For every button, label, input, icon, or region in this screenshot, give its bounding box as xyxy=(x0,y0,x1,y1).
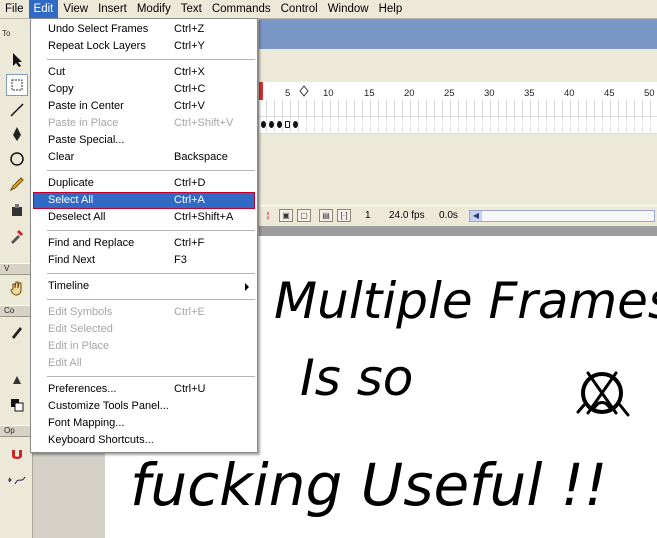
edit-multiple-frames-icon[interactable]: ▤ xyxy=(319,209,333,222)
menu-view[interactable]: View xyxy=(58,0,93,18)
menu-item-duplicate[interactable]: Duplicate Ctrl+D xyxy=(33,175,255,192)
ink-bottle-tool-icon[interactable] xyxy=(6,199,28,221)
menu-item-cut[interactable]: Cut Ctrl+X xyxy=(33,64,255,81)
menu-edit[interactable]: Edit xyxy=(28,0,59,18)
menu-help[interactable]: Help xyxy=(374,0,408,18)
timeline-horizontal-scrollbar[interactable]: ◀ xyxy=(469,210,655,222)
frame-rate: 24.0 fps xyxy=(389,210,425,221)
timeline-title-strip xyxy=(259,19,657,49)
frame-grid[interactable] xyxy=(259,100,657,148)
menu-item-font-mapping[interactable]: Font Mapping... xyxy=(33,415,255,432)
eyedropper-tool-icon[interactable] xyxy=(6,225,28,247)
playhead[interactable] xyxy=(259,82,263,100)
ruler-label: 15 xyxy=(364,88,375,99)
menu-bar: File Edit View Insert Modify Text Comman… xyxy=(0,0,657,19)
pencil-tool-icon[interactable] xyxy=(6,173,28,195)
menu-separator xyxy=(47,59,255,60)
menu-window[interactable]: Window xyxy=(323,0,374,18)
menu-separator xyxy=(47,230,255,231)
ruler-label: 5 xyxy=(285,88,291,99)
keyframe-icon[interactable] xyxy=(277,121,282,128)
menu-item-paste-place: Paste in Place Ctrl+Shift+V xyxy=(48,117,234,129)
ruler-label: 30 xyxy=(484,88,495,99)
menu-separator xyxy=(47,273,255,274)
view-section-header: V xyxy=(0,263,32,275)
line-tool-icon[interactable] xyxy=(6,99,28,121)
menu-file[interactable]: File xyxy=(0,0,29,18)
menu-item-timeline[interactable]: Timeline xyxy=(33,278,255,295)
menu-item-edit-all: Edit All xyxy=(48,357,82,369)
ruler-label: 35 xyxy=(524,88,535,99)
ruler-label: 45 xyxy=(604,88,615,99)
menu-item-copy[interactable]: Copy Ctrl+C xyxy=(33,81,255,98)
menu-item-edit-symbols: Edit Symbols Ctrl+E xyxy=(48,306,205,318)
scroll-left-icon[interactable]: ◀ xyxy=(470,211,482,221)
menu-item-paste-center[interactable]: Paste in Center Ctrl+V xyxy=(33,98,255,115)
ruler-label: 40 xyxy=(564,88,575,99)
menu-item-preferences[interactable]: Preferences... Ctrl+U xyxy=(33,381,255,398)
swap-colors-icon[interactable] xyxy=(6,394,28,416)
tools-panel: To V Co Op xyxy=(0,19,33,538)
keyframe-icon[interactable] xyxy=(269,121,274,128)
menu-separator xyxy=(47,376,255,377)
timeline-status-bar: ¦ ▣ ▢ ▤ [·] 1 24.0 fps 0.0s ◀ xyxy=(259,205,657,227)
arrow-tool-icon[interactable] xyxy=(6,49,28,71)
menu-item-paste-special[interactable]: Paste Special... xyxy=(33,132,255,149)
menu-commands[interactable]: Commands xyxy=(207,0,276,18)
menu-item-deselect-all[interactable]: Deselect All Ctrl+Shift+A xyxy=(33,209,255,226)
onion-marker-icon[interactable] xyxy=(299,85,309,99)
menu-text[interactable]: Text xyxy=(176,0,207,18)
fill-color-icon[interactable] xyxy=(6,369,28,391)
ruler-label: 25 xyxy=(444,88,455,99)
menu-separator xyxy=(47,170,255,171)
onion-skin-icon[interactable]: ▣ xyxy=(279,209,293,222)
oval-tool-icon[interactable] xyxy=(6,148,28,170)
pen-tool-icon[interactable] xyxy=(6,123,28,145)
elapsed-time: 0.0s xyxy=(439,210,458,221)
menu-item-undo[interactable]: Undo Select Frames Ctrl+Z xyxy=(33,21,255,38)
onion-outline-icon[interactable]: ▢ xyxy=(297,209,311,222)
empty-keyframe-icon[interactable] xyxy=(285,121,290,128)
center-frame-icon[interactable]: ¦ xyxy=(261,209,275,222)
ruler-label: 10 xyxy=(323,88,334,99)
menu-item-find-next[interactable]: Find Next F3 xyxy=(33,252,255,269)
colors-section-header: Co xyxy=(0,305,32,317)
menu-control[interactable]: Control xyxy=(276,0,323,18)
modify-onion-markers-icon[interactable]: [·] xyxy=(337,209,351,222)
smooth-icon[interactable] xyxy=(6,469,28,491)
options-section-header: Op xyxy=(0,425,32,437)
hand-tool-icon[interactable] xyxy=(6,277,28,299)
menu-item-edit-selected: Edit Selected xyxy=(48,323,113,335)
menu-item-repeat[interactable]: Repeat Lock Layers Ctrl+Y xyxy=(33,38,255,55)
menu-modify[interactable]: Modify xyxy=(132,0,176,18)
menu-insert[interactable]: Insert xyxy=(93,0,132,18)
layer-frames-row[interactable] xyxy=(259,100,657,117)
ruler-label: 50 xyxy=(644,88,655,99)
menu-item-clear[interactable]: Clear Backspace xyxy=(33,149,255,166)
menu-item-keyboard-shortcuts[interactable]: Keyboard Shortcuts... xyxy=(33,432,255,449)
frame-ruler[interactable]: 5 10 15 20 25 30 35 40 45 50 xyxy=(259,82,657,101)
submenu-arrow-icon xyxy=(245,283,249,291)
layer-frames-row[interactable] xyxy=(259,117,657,134)
menu-item-find-replace[interactable]: Find and Replace Ctrl+F xyxy=(33,235,255,252)
ruler-label: 20 xyxy=(404,88,415,99)
keyframe-icon[interactable] xyxy=(293,121,298,128)
current-frame: 1 xyxy=(365,210,371,221)
menu-item-select-all[interactable]: Select All Ctrl+A xyxy=(33,192,255,209)
menu-item-edit-in-place: Edit in Place xyxy=(48,340,110,352)
stroke-color-icon[interactable] xyxy=(6,321,28,343)
subselect-tool-icon[interactable] xyxy=(6,74,28,96)
menu-item-customize-tools[interactable]: Customize Tools Panel... xyxy=(33,398,255,415)
tools-header: To xyxy=(2,29,11,38)
keyframe-icon[interactable] xyxy=(261,121,266,128)
menu-separator xyxy=(47,299,255,300)
snap-magnet-icon[interactable] xyxy=(6,444,28,466)
edit-menu-dropdown: Undo Select Frames Ctrl+Z Repeat Lock Lay… xyxy=(30,18,258,453)
